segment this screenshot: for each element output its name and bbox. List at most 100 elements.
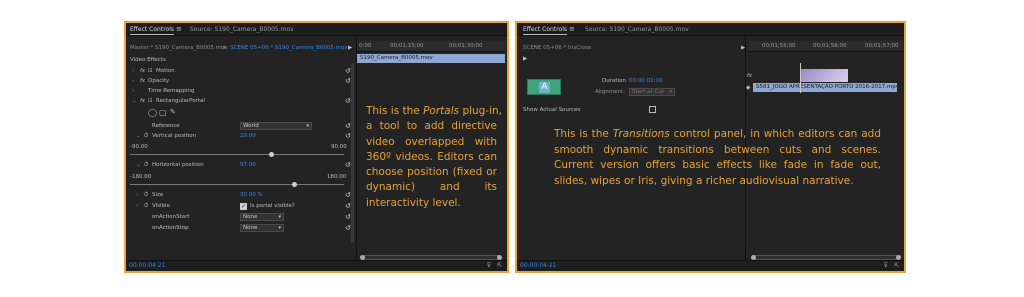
horizontal-max: 180.00	[327, 174, 347, 180]
playhead-line[interactable]	[800, 63, 801, 93]
vertical-min: -90.00	[130, 144, 148, 150]
reference-select[interactable]: World	[240, 122, 312, 130]
description-line: smooth dynamic transitions between cuts …	[554, 143, 881, 156]
transition-block[interactable]	[801, 69, 848, 82]
portals-description: This is the Portals plug-in, a tool to a…	[366, 104, 502, 211]
chevron-down-icon[interactable]: ▾	[223, 45, 226, 52]
tab-effect-controls[interactable]: Effect Controls	[130, 23, 174, 36]
collapse-arrow-icon[interactable]: ⌄	[132, 98, 137, 105]
on-action-stop-select[interactable]: None	[240, 224, 284, 232]
on-action-start-label: onActionStart	[152, 214, 190, 220]
tab-source[interactable]: Source: S190_Camera_B0005.mov	[190, 23, 294, 36]
collapse-arrow-icon[interactable]: ⌄	[136, 133, 141, 140]
vertical-max: 90.00	[331, 144, 347, 150]
description-line: dynamic) and its	[366, 181, 497, 194]
sequence-clip-label[interactable]: SCENE 05+06 * IrisClose	[523, 45, 591, 52]
pen-mask-icon[interactable]: ✎	[170, 109, 176, 116]
export-icon[interactable]: ⇱	[497, 262, 502, 269]
stopwatch-icon[interactable]: ⏱	[144, 203, 148, 210]
description-text: This is the	[366, 105, 424, 117]
vertical-scrollbar[interactable]	[351, 63, 354, 243]
panel-tab-bar: Effect Controls ≡ Source: S190_Camera_B0…	[517, 23, 904, 36]
transition-preview-thumbnail: A	[527, 79, 561, 95]
visible-checkbox-label: Is portal visible?	[250, 203, 295, 209]
visible-checkbox[interactable]: ✓	[240, 203, 247, 210]
size-label: Size	[152, 192, 164, 198]
motion-transform-icon: ⊡	[148, 68, 153, 74]
description-emphasis: Transitions	[612, 128, 670, 140]
track-marker-icon: ◆	[746, 85, 751, 91]
fx-badge[interactable]: fx	[140, 98, 145, 105]
play-icon[interactable]: ▶	[348, 45, 352, 52]
playhead-timecode[interactable]: 00:00:04:21	[520, 262, 557, 270]
motion-transform-icon: ⊡	[148, 98, 153, 104]
description-text: plug-in,	[459, 105, 503, 117]
fx-icon: fx	[747, 73, 753, 79]
section-title: Video Effects	[130, 57, 166, 63]
collapse-arrow-icon[interactable]: ⌄	[136, 162, 141, 169]
fx-badge[interactable]: fx	[140, 78, 145, 85]
on-action-start-select[interactable]: None	[240, 213, 284, 221]
vertical-position-label: Vertical position	[152, 133, 197, 139]
horizontal-position-value[interactable]: 97.00	[240, 162, 256, 169]
stopwatch-icon[interactable]: ⏱	[144, 162, 148, 169]
effect-opacity[interactable]: Opacity	[148, 78, 169, 85]
thumbnail-letter: A	[539, 82, 550, 93]
rectangle-mask-icon[interactable]: ▢	[159, 109, 167, 117]
effect-rectangular-portal[interactable]: RectangularPortal	[156, 98, 205, 105]
filter-icon[interactable]: ⊽	[884, 262, 888, 269]
tab-effect-controls[interactable]: Effect Controls	[523, 23, 567, 36]
slider-knob[interactable]	[268, 152, 274, 157]
master-clip-label[interactable]: Master * S190_Camera_B0005.mov	[130, 45, 228, 52]
play-icon[interactable]: ▶	[523, 56, 527, 63]
slider-knob[interactable]	[292, 182, 298, 187]
panel-menu-icon[interactable]: ≡	[569, 23, 575, 36]
alignment-select[interactable]: Start at Cut	[629, 88, 675, 96]
transitions-description: This is the Transitions control panel, i…	[554, 127, 881, 189]
playhead-timecode[interactable]: 00:00:04:21	[129, 262, 166, 270]
effect-motion[interactable]: Motion	[156, 68, 175, 75]
vertical-position-slider[interactable]	[130, 152, 344, 157]
expand-arrow-icon[interactable]: ›	[132, 88, 134, 95]
filter-icon[interactable]: ⊽	[487, 262, 491, 269]
tab-source[interactable]: Source: S190_Camera_B0005.mov	[585, 23, 689, 36]
ruler-tick: 00;01;30;00	[449, 43, 483, 49]
effect-time-remapping[interactable]: Time Remapping	[148, 88, 194, 95]
panel-menu-icon[interactable]: ≡	[176, 23, 182, 36]
horizontal-position-slider[interactable]	[130, 182, 344, 187]
timeline-ruler[interactable]: 0:00 00;01;15;00 00;01;30;00	[357, 41, 505, 52]
expand-arrow-icon[interactable]: ›	[136, 203, 138, 210]
description-line: This is the Portals plug-in,	[366, 104, 502, 119]
description-line: Current version offers basic effects lik…	[554, 159, 881, 171]
horizontal-min: -180.00	[130, 174, 152, 180]
expand-arrow-icon[interactable]: ›	[132, 78, 134, 85]
timeline-clip[interactable]: S581_JOGO APRESENTAÇÃO PORTO 2016-2017.m…	[753, 83, 897, 92]
panel-status-bar: 00:00:04:21 ⊽ ⇱	[517, 260, 904, 271]
description-line: video overlapped with	[366, 135, 497, 148]
panel-tab-bar: Effect Controls ≡ Source: S190_Camera_B0…	[126, 23, 507, 36]
sequence-clip-label[interactable]: SCENE 05+06 * S190_Camera_B0005.mov	[230, 45, 348, 52]
expand-arrow-icon[interactable]: ›	[136, 192, 138, 199]
stopwatch-icon[interactable]: ⏱	[144, 192, 148, 199]
ellipse-mask-icon[interactable]: ◯	[148, 109, 157, 117]
on-action-stop-label: onActionStop	[152, 225, 189, 231]
description-emphasis: Portals	[423, 105, 460, 117]
description-line: 360º videos. Editors can	[366, 150, 497, 163]
show-sources-checkbox[interactable]	[649, 106, 656, 113]
duration-value[interactable]: 00:00:01:00	[629, 78, 663, 85]
stopwatch-icon[interactable]: ⏱	[144, 133, 148, 140]
ruler-tick: 00;01;15;00	[390, 43, 424, 49]
effect-controls-panel-portals: Effect Controls ≡ Source: S190_Camera_B0…	[124, 21, 509, 273]
expand-arrow-icon[interactable]: ›	[132, 68, 134, 75]
description-line: a tool to add directive	[366, 120, 497, 133]
timeline-ruler[interactable]: 00;01;55;00 00;01;56;00 00;01;57;00	[748, 41, 903, 52]
description-text: control panel, in which editors can add	[669, 128, 881, 140]
export-icon[interactable]: ⇱	[894, 262, 899, 269]
timeline-clip[interactable]: S190_Camera_B0005.mov	[357, 54, 505, 63]
ruler-tick: 00;01;56;00	[813, 43, 847, 49]
description-line: choose position (fixed or	[366, 166, 497, 179]
vertical-position-value[interactable]: 29.00	[240, 133, 256, 140]
ruler-tick: 00;01;55;00	[762, 43, 796, 49]
size-value[interactable]: 30.00 %	[240, 192, 263, 199]
fx-badge[interactable]: fx	[140, 68, 145, 75]
